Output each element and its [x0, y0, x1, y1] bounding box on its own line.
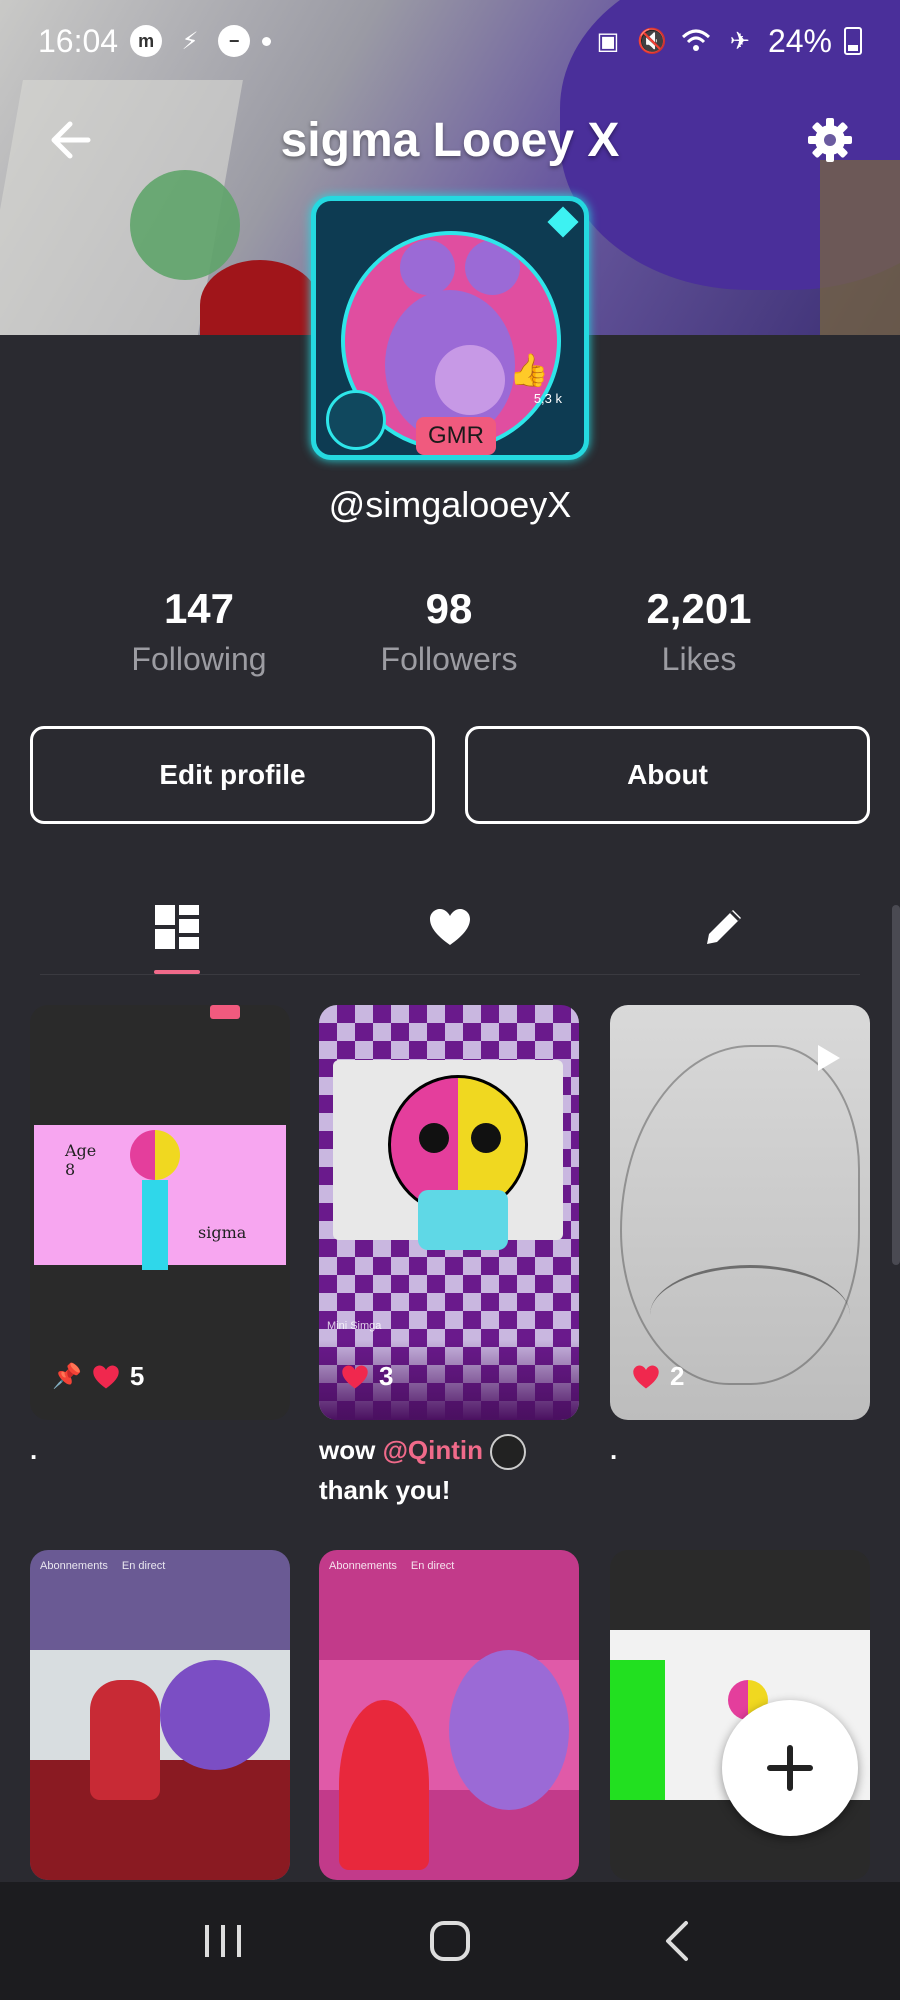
stat-label: Likes	[661, 641, 737, 677]
tab-drafts[interactable]	[587, 880, 860, 974]
airplane-icon: ✈	[729, 27, 750, 55]
post-text: sigma	[198, 1223, 247, 1242]
post-caption: wow @Qintin thank you!	[319, 1430, 527, 1510]
gmr-badge: GMR	[416, 417, 496, 455]
back-button[interactable]	[40, 110, 100, 170]
post-subtext: En direct	[410, 1560, 455, 1572]
status-bar: 16:04 m ⚡ − ▣ 🔇 ✈ 24%	[0, 0, 900, 82]
battery-percent: 24%	[767, 22, 832, 59]
recent-apps-button[interactable]	[178, 1906, 268, 1976]
post-caption: .	[30, 1435, 38, 1465]
profile-stats: 147 Following 98 Followers 2,201 Likes	[0, 585, 900, 678]
battery-saver-icon: ▣	[596, 27, 620, 55]
settings-button[interactable]	[800, 110, 860, 170]
top-nav: sigma Looey X	[0, 95, 900, 185]
lightning-icon: ⚡	[181, 27, 199, 55]
stat-following[interactable]: 147 Following	[74, 585, 324, 678]
like-count: 5	[129, 1361, 145, 1391]
do-not-disturb-icon: −	[218, 25, 251, 57]
plus-icon	[767, 1745, 813, 1791]
profile-title: sigma Looey X	[280, 113, 620, 167]
stat-value: 98	[425, 585, 473, 632]
stat-likes[interactable]: 2,201 Likes	[574, 585, 824, 678]
post-card[interactable]: Abonnements En direct	[30, 1550, 290, 1880]
post-text: Age 8	[65, 1141, 97, 1179]
heart-icon	[633, 1365, 659, 1388]
messenger-icon: m	[130, 25, 163, 57]
mute-icon: 🔇	[637, 27, 667, 55]
like-count: 2	[670, 1361, 685, 1391]
stat-label: Following	[131, 641, 267, 677]
heart-icon	[342, 1365, 368, 1388]
home-button[interactable]	[405, 1906, 495, 1976]
avatar[interactable]: 👍 5,3 k GMR	[311, 196, 589, 460]
user-mention[interactable]: @Qintin	[383, 1435, 483, 1465]
post-subtext: Mini Simga	[327, 1320, 382, 1332]
post-stats: 3	[341, 1361, 393, 1392]
thumbs-up-icon: 👍	[509, 352, 549, 388]
gear-icon	[807, 118, 852, 162]
diamond-icon	[547, 206, 579, 238]
content-tabs	[40, 880, 860, 975]
post-subtext: En direct	[121, 1560, 166, 1572]
edit-profile-button[interactable]: Edit profile	[30, 726, 435, 824]
create-post-button[interactable]	[722, 1700, 858, 1836]
gem-icon	[326, 390, 386, 450]
pencil-icon	[706, 910, 741, 944]
system-nav-bar	[0, 1882, 900, 2000]
avatar-like-count: 5,3 k	[533, 391, 562, 406]
avatar-emoji-icon	[490, 1434, 527, 1471]
grid-icon	[154, 905, 199, 949]
caption-text: wow	[319, 1435, 383, 1465]
back-arrow-icon	[51, 121, 91, 159]
post-stats: 2	[632, 1361, 684, 1392]
post-card[interactable]: Mini Simga 3	[319, 1005, 579, 1420]
home-icon	[429, 1921, 470, 1961]
stat-value: 147	[163, 585, 235, 632]
wifi-icon	[680, 25, 712, 57]
heart-icon	[93, 1365, 119, 1388]
post-card[interactable]: Age 8 sigma 📌 5	[30, 1005, 290, 1420]
stat-followers[interactable]: 98 Followers	[324, 585, 574, 678]
caption-text: thank you!	[319, 1475, 451, 1506]
tab-likes[interactable]	[314, 880, 587, 974]
post-subtext: Abonnements	[40, 1560, 108, 1572]
about-button[interactable]: About	[465, 726, 870, 824]
stat-label: Followers	[380, 641, 518, 677]
stat-value: 2,201	[646, 585, 752, 632]
tab-posts[interactable]	[40, 880, 313, 974]
post-card[interactable]: Abonnements En direct	[319, 1550, 579, 1880]
like-count: 3	[379, 1361, 394, 1391]
profile-handle: @simgalooeyX	[328, 484, 572, 525]
post-subtext: Abonnements	[329, 1560, 397, 1572]
play-icon	[818, 1045, 840, 1071]
profile-actions: Edit profile About	[30, 726, 870, 824]
post-card[interactable]: 2	[610, 1005, 870, 1420]
battery-icon	[844, 27, 862, 55]
back-nav-button[interactable]	[632, 1906, 722, 1976]
pin-icon: 📌	[52, 1363, 82, 1390]
post-caption: .	[610, 1435, 618, 1465]
notification-dot-icon	[262, 36, 272, 46]
chevron-left-icon	[665, 1921, 688, 1961]
post-stats: 📌 5	[52, 1361, 144, 1392]
status-time: 16:04	[38, 22, 119, 59]
heart-icon	[430, 909, 470, 945]
recent-apps-icon	[205, 1925, 242, 1957]
scrollbar[interactable]	[892, 905, 900, 1265]
